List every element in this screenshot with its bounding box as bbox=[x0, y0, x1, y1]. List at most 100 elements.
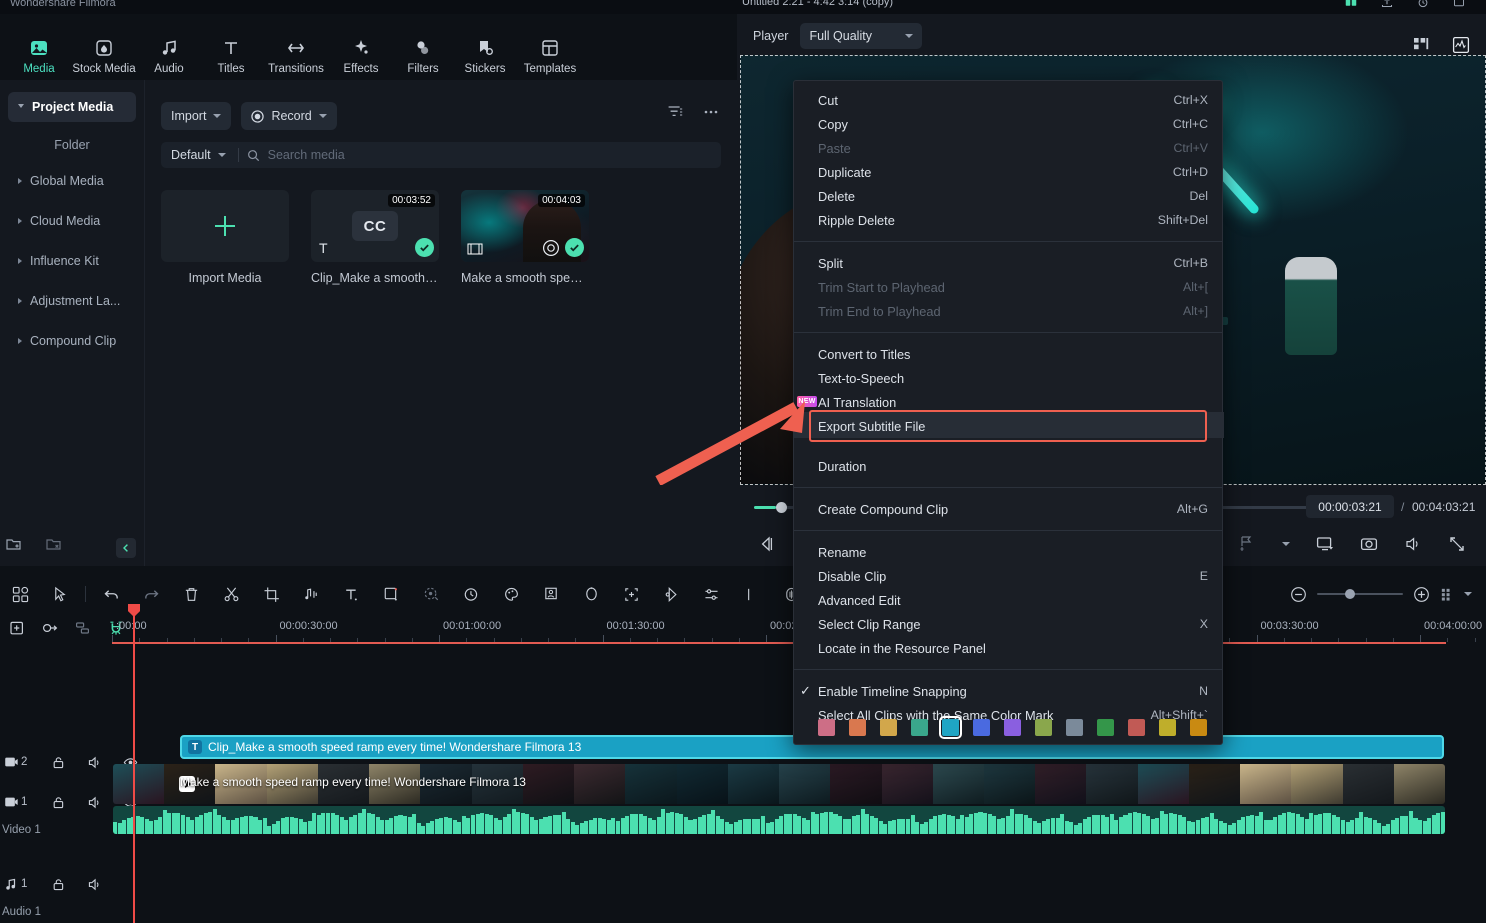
link-icon[interactable] bbox=[33, 616, 66, 640]
record-button[interactable]: Record bbox=[241, 102, 337, 130]
color-mark-swatch[interactable] bbox=[880, 719, 897, 736]
timeline-playhead[interactable] bbox=[128, 604, 140, 923]
delete-folder-icon[interactable] bbox=[46, 536, 62, 552]
nav-tab-media[interactable]: Media bbox=[8, 38, 70, 75]
menu-item-copy[interactable]: Copy Ctrl+C bbox=[794, 112, 1222, 136]
sidebar-item-global-media[interactable]: Global Media bbox=[8, 166, 136, 196]
nav-tab-titles[interactable]: Titles bbox=[200, 38, 262, 75]
group-icon[interactable] bbox=[66, 616, 99, 640]
fullscreen-icon[interactable] bbox=[1448, 535, 1466, 553]
nav-tab-stickers[interactable]: Stickers bbox=[454, 38, 516, 75]
menu-item-split[interactable]: Split Ctrl+B bbox=[794, 251, 1222, 275]
media-item-import[interactable]: Import Media bbox=[161, 190, 289, 285]
speed-icon[interactable] bbox=[451, 579, 491, 609]
mute-icon[interactable] bbox=[76, 795, 112, 810]
mute-icon[interactable] bbox=[76, 755, 112, 770]
nav-tab-audio[interactable]: Audio bbox=[138, 38, 200, 75]
members-icon[interactable] bbox=[1344, 0, 1358, 8]
filter-icon[interactable] bbox=[667, 104, 683, 120]
menu-item-select-clip-range[interactable]: Select Clip Range X bbox=[794, 612, 1222, 636]
color-mark-swatch[interactable] bbox=[818, 719, 835, 736]
timer-icon[interactable] bbox=[1416, 0, 1430, 8]
camera-icon[interactable] bbox=[1360, 535, 1378, 553]
color-mark-swatch[interactable] bbox=[911, 719, 928, 736]
scrubber-handle[interactable] bbox=[776, 502, 787, 513]
nav-tab-stock-media[interactable]: Stock Media bbox=[70, 38, 138, 75]
new-folder-icon[interactable] bbox=[6, 536, 22, 552]
zoom-slider-handle[interactable] bbox=[1345, 589, 1355, 599]
color-match-icon[interactable] bbox=[411, 579, 451, 609]
marker-icon[interactable] bbox=[731, 579, 771, 609]
text-icon[interactable] bbox=[331, 579, 371, 609]
sort-dropdown[interactable]: Default bbox=[171, 141, 230, 169]
split-scissors-icon[interactable] bbox=[211, 579, 251, 609]
color-palette-icon[interactable] bbox=[491, 579, 531, 609]
sidebar-item-adjustment-layer[interactable]: Adjustment La... bbox=[8, 286, 136, 316]
nav-tab-templates[interactable]: Templates bbox=[516, 38, 584, 75]
sidebar-item-project-media[interactable]: Project Media bbox=[8, 92, 136, 122]
green-screen-icon[interactable] bbox=[531, 579, 571, 609]
delete-icon[interactable] bbox=[171, 579, 211, 609]
current-timecode[interactable]: 00:00:03:21 bbox=[1306, 495, 1394, 518]
marker-icon[interactable] bbox=[1238, 535, 1256, 553]
color-mark-swatch[interactable] bbox=[1097, 719, 1114, 736]
scope-icon[interactable] bbox=[1452, 36, 1470, 54]
lock-icon[interactable] bbox=[40, 795, 76, 810]
stabilize-icon[interactable] bbox=[611, 579, 651, 609]
audio-detach-icon[interactable] bbox=[291, 579, 331, 609]
menu-item-delete[interactable]: Delete Del bbox=[794, 184, 1222, 208]
video-clip[interactable]: Make a smooth speed ramp every time! Won… bbox=[113, 764, 1445, 804]
color-mark-swatch[interactable] bbox=[939, 716, 962, 739]
select-tool-icon[interactable] bbox=[40, 579, 80, 609]
media-thumbnail[interactable]: CC 00:03:52 T bbox=[311, 190, 439, 262]
undo-icon[interactable] bbox=[91, 579, 131, 609]
media-item-subtitle[interactable]: CC 00:03:52 T Clip_Make a smooth s... bbox=[311, 190, 439, 285]
menu-item-disable-clip[interactable]: Disable Clip E bbox=[794, 564, 1222, 588]
mute-icon[interactable] bbox=[76, 877, 112, 892]
color-mark-swatch[interactable] bbox=[1066, 719, 1083, 736]
search-input[interactable] bbox=[267, 148, 711, 162]
prev-frame-icon[interactable] bbox=[758, 535, 776, 553]
speaker-icon[interactable] bbox=[1404, 535, 1422, 553]
menu-item-advanced-edit[interactable]: Advanced Edit bbox=[794, 588, 1222, 612]
color-mark-swatch[interactable] bbox=[1128, 719, 1145, 736]
add-track-icon[interactable] bbox=[0, 616, 33, 640]
audio-clip[interactable] bbox=[113, 806, 1445, 834]
menu-item-ai-translation[interactable]: NEW AI Translation bbox=[794, 390, 1222, 414]
menu-item-duplicate[interactable]: Duplicate Ctrl+D bbox=[794, 160, 1222, 184]
menu-item-convert-to-titles[interactable]: Convert to Titles bbox=[794, 342, 1222, 366]
nav-tab-effects[interactable]: Effects bbox=[330, 38, 392, 75]
menu-item-create-compound-clip[interactable]: Create Compound Clip Alt+G bbox=[794, 497, 1222, 521]
panel-layout-icon[interactable] bbox=[0, 579, 40, 609]
menu-item-duration[interactable]: Duration bbox=[794, 454, 1222, 478]
sidebar-item-cloud-media[interactable]: Cloud Media bbox=[8, 206, 136, 236]
nav-tab-transitions[interactable]: Transitions bbox=[262, 38, 330, 75]
timeline-ruler[interactable]: :00:00 00:00:30:00 00:01:00:00 00:01:30:00 0… bbox=[0, 613, 1486, 643]
motion-tracking-icon[interactable] bbox=[571, 579, 611, 609]
window-icon[interactable] bbox=[1452, 0, 1466, 8]
menu-item-text-to-speech[interactable]: Text-to-Speech bbox=[794, 366, 1222, 390]
chevron-down-icon[interactable] bbox=[1464, 592, 1472, 596]
snapshot-to-pc-icon[interactable] bbox=[1316, 535, 1334, 553]
import-button[interactable]: Import bbox=[161, 102, 232, 130]
chevron-down-icon[interactable] bbox=[1282, 542, 1290, 546]
keyframe-icon[interactable] bbox=[651, 579, 691, 609]
export-icon[interactable] bbox=[1380, 0, 1394, 8]
color-mark-swatch[interactable] bbox=[1004, 719, 1021, 736]
lock-icon[interactable] bbox=[40, 755, 76, 770]
timeline-view-icon[interactable] bbox=[1439, 586, 1456, 603]
zoom-in-icon[interactable] bbox=[1413, 586, 1430, 603]
sidebar-item-influence-kit[interactable]: Influence Kit bbox=[8, 246, 136, 276]
zoom-slider[interactable] bbox=[1317, 589, 1403, 599]
color-mark-swatch[interactable] bbox=[1035, 719, 1052, 736]
menu-item-ripple-delete[interactable]: Ripple Delete Shift+Del bbox=[794, 208, 1222, 232]
nav-tab-filters[interactable]: Filters bbox=[392, 38, 454, 75]
color-mark-swatch[interactable] bbox=[973, 719, 990, 736]
menu-item-rename[interactable]: Rename bbox=[794, 540, 1222, 564]
media-thumbnail[interactable]: 00:04:03 bbox=[461, 190, 589, 262]
color-mark-swatch[interactable] bbox=[1159, 719, 1176, 736]
menu-item-enable-timeline-snapping[interactable]: ✓ Enable Timeline Snapping N bbox=[794, 679, 1222, 703]
sidebar-item-folder[interactable]: Folder bbox=[0, 132, 144, 158]
lock-icon[interactable] bbox=[40, 877, 76, 892]
more-options-icon[interactable] bbox=[703, 104, 719, 120]
